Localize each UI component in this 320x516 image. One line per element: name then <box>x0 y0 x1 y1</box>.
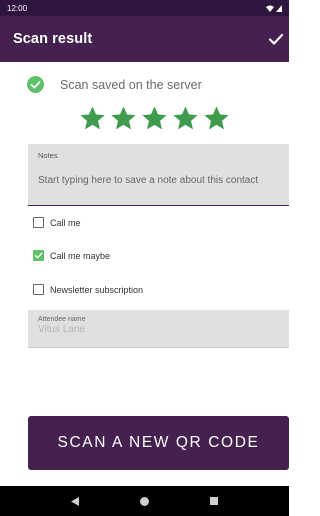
checkbox-label: Newsletter subscription <box>50 284 144 295</box>
home-icon[interactable] <box>139 496 149 506</box>
call-me-maybe-checkbox[interactable]: Call me maybe <box>33 250 110 261</box>
status-time: 12:00 <box>7 3 28 13</box>
star-icon[interactable] <box>78 104 107 133</box>
checkbox-label: Call me maybe <box>50 250 111 261</box>
star-icon[interactable] <box>109 104 138 133</box>
attendee-name-label: Attendee name <box>38 316 86 323</box>
page-title: Scan result <box>13 31 93 47</box>
notes-field[interactable]: Notes Start typing here to save a note a… <box>28 144 289 206</box>
check-circle-icon <box>27 76 44 93</box>
star-icon[interactable] <box>140 104 169 133</box>
notes-placeholder[interactable]: Start typing here to save a note about t… <box>38 175 279 186</box>
scan-new-qr-button[interactable]: SCAN A NEW QR CODE <box>28 416 289 470</box>
checkbox-box[interactable] <box>33 284 44 295</box>
back-icon[interactable] <box>70 496 79 506</box>
checkbox-label: Call me <box>50 217 81 228</box>
status-bar: 12:00 <box>0 0 289 16</box>
newsletter-checkbox[interactable]: Newsletter subscription <box>33 284 143 295</box>
signal-icon <box>276 4 282 12</box>
call-me-checkbox[interactable]: Call me <box>33 217 81 228</box>
wifi-icon <box>266 5 274 12</box>
check-icon[interactable] <box>267 30 285 48</box>
recents-icon[interactable] <box>210 497 219 505</box>
scan-saved-status: Scan saved on the server <box>27 76 202 93</box>
scan-saved-text: Scan saved on the server <box>60 77 202 92</box>
app-bar: Scan result <box>0 16 289 62</box>
attendee-name-field[interactable]: Attendee name Vitus Lane <box>28 310 289 348</box>
checkbox-box[interactable] <box>33 217 44 228</box>
checkbox-box[interactable] <box>33 250 44 261</box>
check-icon <box>34 252 43 259</box>
notes-label: Notes <box>38 151 58 160</box>
attendee-name-value[interactable]: Vitus Lane <box>38 324 279 335</box>
navigation-bar <box>0 486 289 516</box>
status-icons <box>266 4 282 12</box>
rating-stars[interactable] <box>78 104 231 133</box>
star-icon[interactable] <box>171 104 200 133</box>
star-icon[interactable] <box>202 104 231 133</box>
